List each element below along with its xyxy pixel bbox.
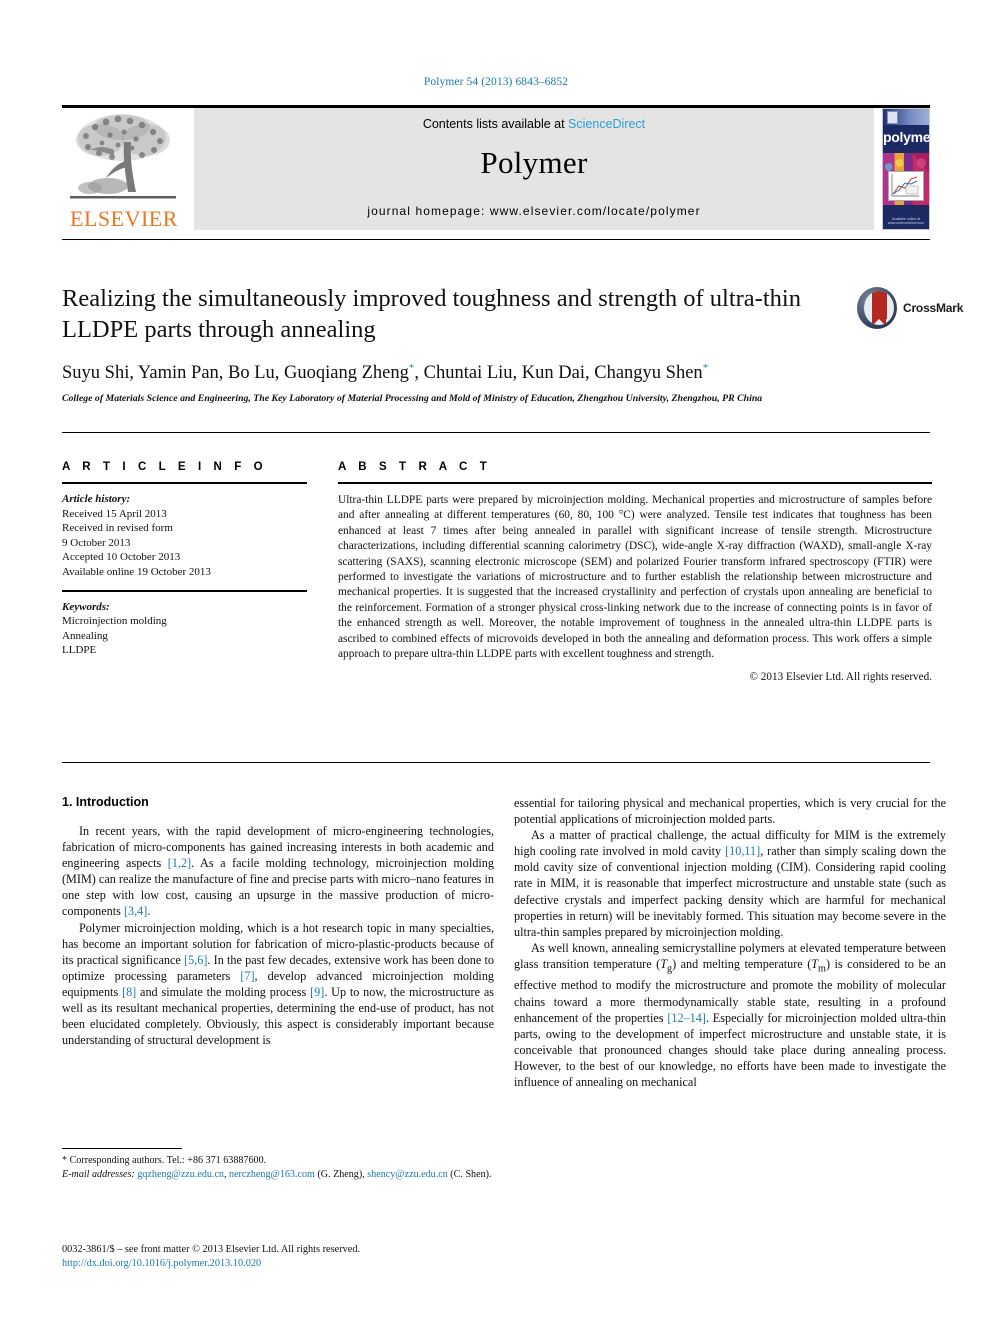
authors-divider: [62, 432, 930, 433]
contents-box: Contents lists available at ScienceDirec…: [194, 108, 874, 230]
journal-header-band: ELSEVIER Contents lists available at Sci…: [62, 108, 930, 230]
body-left-column: 1. Introduction In recent years, with th…: [62, 795, 494, 1048]
keywords-block: Keywords: Microinjection molding Anneali…: [62, 600, 307, 658]
journal-cover-thumbnail[interactable]: polymer Av: [882, 108, 930, 230]
crossmark-ring-icon: [857, 287, 897, 329]
corresponding-author-footnote: * Corresponding authors. Tel.: +86 371 6…: [62, 1148, 494, 1181]
abstract-rule: [338, 482, 932, 484]
history-item: Available online 19 October 2013: [62, 565, 211, 578]
abstract-text: Ultra-thin LLDPE parts were prepared by …: [338, 494, 932, 661]
journal-reference: Polymer 54 (2013) 6843–6852: [423, 76, 569, 88]
cover-inset-figure: [888, 171, 924, 201]
footnote-rule: [62, 1148, 182, 1149]
article-info-column: A R T I C L E I N F O Article history: R…: [62, 461, 307, 658]
author-list: Suyu Shi, Yamin Pan, Bo Lu, Guoqiang Zhe…: [62, 362, 709, 384]
sciencedirect-link[interactable]: ScienceDirect: [568, 117, 645, 131]
email-link-1[interactable]: gqzheng@zzu.edu.cn: [137, 1169, 224, 1180]
crossmark-bookmark-icon: [872, 291, 887, 325]
journal-homepage[interactable]: journal homepage: www.elsevier.com/locat…: [194, 204, 874, 218]
article-history-block: Article history: Received 15 April 2013 …: [62, 492, 307, 580]
crossmark-inner-circle: [864, 291, 894, 325]
elsevier-wordmark: ELSEVIER: [70, 206, 178, 231]
page-title: Realizing the simultaneously improved to…: [62, 285, 801, 343]
article-history-label: Article history:: [62, 493, 131, 505]
elsevier-logo: ELSEVIER: [62, 108, 184, 230]
section-heading-introduction: 1. Introduction: [62, 795, 149, 809]
abstract-divider: [62, 762, 930, 763]
paragraph: Polymer microinjection molding, which is…: [62, 920, 495, 1048]
cover-badge-icon: [887, 111, 898, 124]
cover-footer-text: Available online at www.sciencedirect.co…: [887, 217, 925, 225]
keywords-rule: [62, 589, 307, 592]
paragraph: essential for tailoring physical and mec…: [514, 796, 946, 827]
footnote-corresponding: * Corresponding authors. Tel.: +86 371 6…: [62, 1155, 267, 1166]
crossmark-label: CrossMark: [903, 301, 964, 315]
affiliation: College of Materials Science and Enginee…: [62, 393, 763, 404]
elsevier-tree-icon: [70, 114, 176, 199]
abstract-heading: A B S T R A C T: [338, 461, 492, 473]
keyword-item: Microinjection molding: [62, 615, 167, 628]
keyword-item: LLDPE: [62, 644, 97, 657]
journal-title: Polymer: [480, 145, 588, 180]
cover-title: polymer: [883, 129, 930, 145]
abstract-copyright: © 2013 Elsevier Ltd. All rights reserved…: [749, 671, 933, 684]
paragraph: As a matter of practical challenge, the …: [514, 828, 946, 939]
history-item: Received 15 April 2013: [62, 507, 167, 520]
header-bottom-rule: [62, 239, 930, 240]
paragraph: In recent years, with the rapid developm…: [62, 824, 494, 919]
history-item: 9 October 2013: [62, 536, 131, 549]
email-attribution-1: (G. Zheng),: [317, 1168, 365, 1180]
email-attribution-2: (C. Shen).: [450, 1168, 492, 1180]
cover-inset-chart-icon: [889, 172, 921, 198]
abstract-column: A B S T R A C T Ultra-thin LLDPE parts w…: [338, 461, 932, 683]
history-item: Accepted 10 October 2013: [62, 551, 181, 564]
page-footer: 0032-3861/$ – see front matter © 2013 El…: [62, 1243, 562, 1271]
footnote-emails: E-mail addresses: gqzheng@zzu.edu.cn, ne…: [62, 1168, 494, 1182]
article-info-heading: A R T I C L E I N F O: [62, 461, 268, 473]
paragraph: As well known, annealing semicrystalline…: [514, 940, 947, 1090]
crossmark-badge[interactable]: CrossMark: [855, 287, 963, 331]
issn-copyright-line: 0032-3861/$ – see front matter © 2013 El…: [62, 1244, 361, 1255]
contents-prefix: Contents lists available at: [422, 117, 569, 131]
email-link-3[interactable]: shency@zzu.edu.cn: [367, 1169, 447, 1180]
keywords-label: Keywords:: [62, 600, 110, 613]
doi-link[interactable]: http://dx.doi.org/10.1016/j.polymer.2013…: [62, 1257, 562, 1271]
email-link-2[interactable]: nerczheng@163.com: [229, 1169, 315, 1180]
contents-available-line: Contents lists available at ScienceDirec…: [194, 117, 874, 131]
history-item: Received in revised form: [62, 522, 173, 535]
paper-page: Polymer 54 (2013) 6843–6852 ELSEVIER Con…: [0, 0, 992, 1323]
article-info-rule: [62, 482, 307, 484]
body-right-column: essential for tailoring physical and mec…: [514, 795, 946, 1090]
keyword-item: Annealing: [62, 629, 108, 642]
email-addresses-label: E-mail addresses:: [62, 1168, 135, 1180]
